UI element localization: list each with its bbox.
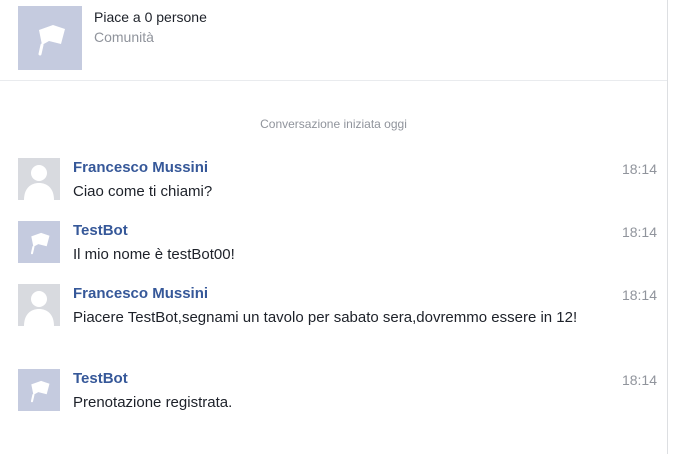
flag-icon [38,25,65,56]
message-text: Il mio nome è testBot00! [73,246,235,263]
message-text: Piacere TestBot,segnami un tavolo per sa… [73,309,578,326]
message-sender[interactable]: Francesco Mussini [73,285,208,302]
flag-icon [30,232,50,255]
user-avatar[interactable] [18,158,60,200]
page-avatar-small[interactable] [18,221,60,263]
header-divider [0,80,667,81]
message-sender[interactable]: TestBot [73,370,128,387]
message-text: Prenotazione registrata. [73,394,233,411]
message-time: 18:14 [621,224,657,240]
flag-icon [30,380,50,403]
message-sender[interactable]: TestBot [73,222,128,239]
page-category: Comunità [94,29,154,45]
user-silhouette-icon [24,165,54,200]
user-silhouette-icon [24,291,54,326]
page-likes-count: Piace a 0 persone [94,9,207,25]
page-avatar-small[interactable] [18,369,60,411]
conversation-started-label: Conversazione iniziata oggi [260,117,407,131]
panel-right-border [667,0,668,454]
user-avatar[interactable] [18,284,60,326]
message-time: 18:14 [621,372,657,388]
message-sender[interactable]: Francesco Mussini [73,159,208,176]
page-info-header: Piace a 0 persone Comunità [0,0,667,82]
page-avatar[interactable] [18,6,82,70]
message-time: 18:14 [621,287,657,303]
message-text: Ciao come ti chiami? [73,183,213,200]
message-time: 18:14 [621,161,657,177]
